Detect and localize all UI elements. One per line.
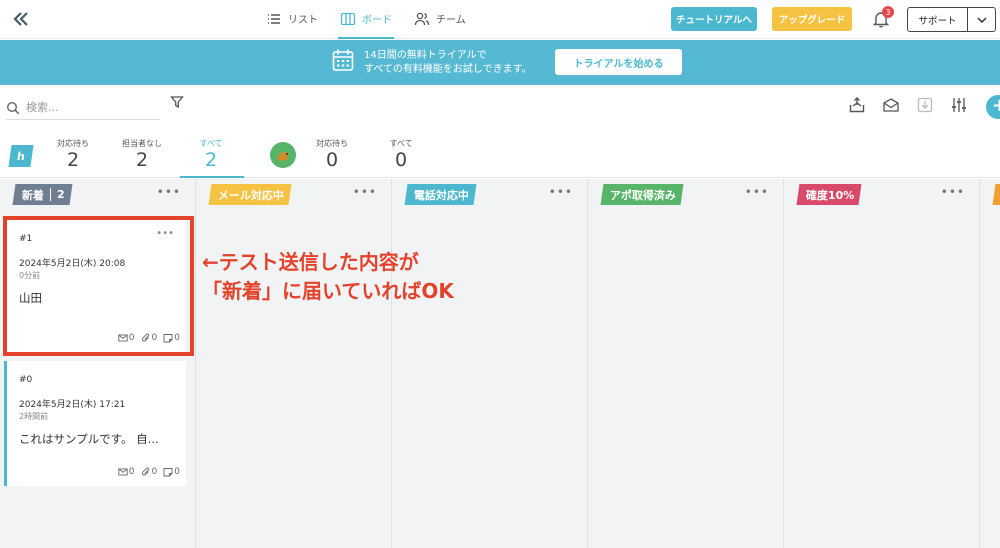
mail-icon — [118, 468, 128, 476]
count: 0 — [151, 467, 158, 477]
search-icon — [6, 101, 20, 115]
column-tag[interactable]: アポ取得済み — [600, 184, 684, 205]
card-note-count: 0 — [163, 467, 180, 477]
more-icon[interactable]: ••• — [353, 185, 377, 199]
column-tag[interactable]: メール対応中 — [208, 184, 292, 205]
tab-team[interactable]: チーム — [412, 0, 468, 39]
search-input[interactable] — [26, 101, 146, 114]
stat-all-2[interactable]: すべて 0 — [386, 138, 416, 171]
stat-value: 2 — [66, 149, 80, 171]
more-icon[interactable]: ••• — [549, 185, 573, 199]
toolbar-actions — [848, 96, 968, 114]
more-icon[interactable]: ••• — [745, 185, 769, 199]
card-name: これはサンプルです。 自... — [19, 432, 159, 446]
note-icon — [163, 468, 173, 477]
card-mail-count: 0 — [118, 467, 135, 477]
stat-unassigned[interactable]: 担当者なし 2 — [118, 138, 166, 171]
chevron-down-icon[interactable] — [967, 8, 995, 31]
card-time-ago: 2時間前 — [19, 412, 49, 421]
add-icon[interactable]: + — [986, 95, 1000, 119]
export-icon[interactable] — [848, 96, 866, 114]
collapse-sidebar-icon[interactable] — [10, 8, 32, 30]
column-tag[interactable]: 確度10% — [796, 184, 862, 205]
column-next — [980, 179, 1000, 548]
column-count: 2 — [50, 188, 65, 201]
stat-value: 2 — [135, 149, 149, 171]
paperclip-icon — [141, 467, 149, 476]
column-tag[interactable]: 新着 2 — [12, 184, 73, 205]
avatar[interactable] — [270, 142, 296, 168]
highlight-box — [3, 216, 194, 356]
stat-all[interactable]: すべて 2 — [196, 138, 226, 171]
banner-line-1: 14日間の無料トライアルで — [364, 50, 487, 61]
stat-label: すべて — [199, 139, 223, 148]
card[interactable]: #0 2024年5月2日(木) 17:21 2時間前 これはサンプルです。 自.… — [4, 361, 186, 486]
tab-team-label: チーム — [436, 15, 466, 26]
stats-row: h 対応待ち 2 担当者なし 2 すべて 2 対応待ち 0 すべて 0 — [0, 132, 1000, 178]
inbox-badge-letter: h — [16, 149, 26, 163]
card-attach-count: 0 — [141, 467, 158, 477]
annotation-line-2: 「新着」に届いていればOK — [202, 279, 454, 303]
top-bar: リスト ボード チーム チュートリアルへ アップグレード 3 サポート — [0, 0, 1000, 39]
count: 0 — [128, 467, 135, 477]
stat-waiting[interactable]: 対応待ち 2 — [54, 138, 92, 171]
column-tag[interactable]: 電話対応中 — [404, 184, 477, 205]
view-tabs: リスト ボード チーム — [264, 0, 468, 39]
card-id: #0 — [19, 375, 33, 385]
search-bar — [6, 96, 160, 120]
stat-value: 2 — [204, 149, 218, 171]
stat-value: 0 — [325, 149, 339, 171]
more-icon[interactable]: ••• — [157, 185, 181, 199]
support-dropdown[interactable]: サポート — [907, 7, 996, 32]
upgrade-button[interactable]: アップグレード — [772, 7, 852, 31]
tab-board[interactable]: ボード — [338, 0, 394, 39]
annotation-text: ←テスト送信した内容が 「新着」に届いていればOK — [202, 248, 454, 306]
column-label: メール対応中 — [218, 188, 284, 202]
count: 0 — [174, 467, 180, 477]
tab-board-label: ボード — [362, 15, 392, 26]
tab-list[interactable]: リスト — [264, 0, 320, 39]
trial-banner: 14日間の無料トライアルで すべての有料機能をお試しできます。 トライアルを始め… — [0, 40, 1000, 85]
more-icon[interactable]: ••• — [941, 185, 965, 199]
support-label: サポート — [918, 15, 957, 27]
annotation-line-1: ←テスト送信した内容が — [202, 250, 419, 274]
stat-label: すべて — [389, 139, 413, 148]
tab-list-label: リスト — [288, 15, 318, 26]
start-trial-button[interactable]: トライアルを始める — [555, 49, 682, 75]
filter-icon[interactable] — [170, 95, 184, 109]
list-icon — [266, 11, 282, 27]
column-label: 確度10% — [806, 188, 855, 202]
column-tag[interactable] — [992, 184, 1000, 205]
card-date: 2024年5月2日(木) 17:21 — [19, 400, 126, 410]
settings-sliders-icon[interactable] — [950, 96, 968, 114]
banner-text: 14日間の無料トライアルで すべての有料機能をお試しできます。 — [364, 49, 532, 77]
stat-waiting-2[interactable]: 対応待ち 0 — [313, 138, 351, 171]
card-footer: 0 0 0 — [118, 467, 180, 477]
banner-line-2: すべての有料機能をお試しできます。 — [364, 64, 532, 75]
inbox-badge[interactable]: h — [8, 145, 34, 167]
team-icon — [414, 11, 430, 27]
column-label: アポ取得済み — [610, 188, 676, 202]
tutorial-button[interactable]: チュートリアルへ — [671, 7, 757, 31]
column-probability: 確度10% ••• — [784, 179, 980, 548]
column-label: 新着 — [22, 188, 44, 202]
download-icon[interactable] — [916, 96, 934, 114]
column-mail: メール対応中 ••• — [196, 179, 392, 548]
active-stat-underline — [180, 176, 244, 178]
notification-badge: 3 — [882, 6, 894, 18]
stat-label: 担当者なし — [122, 139, 162, 148]
stat-value: 0 — [394, 149, 408, 171]
board-icon — [340, 11, 356, 27]
column-phone: 電話対応中 ••• — [392, 179, 588, 548]
stat-label: 対応待ち — [316, 139, 348, 148]
column-appointment: アポ取得済み ••• — [588, 179, 784, 548]
mail-icon[interactable] — [882, 96, 900, 114]
calendar-icon — [332, 48, 354, 72]
stat-label: 対応待ち — [57, 139, 89, 148]
column-label: 電話対応中 — [414, 188, 469, 202]
